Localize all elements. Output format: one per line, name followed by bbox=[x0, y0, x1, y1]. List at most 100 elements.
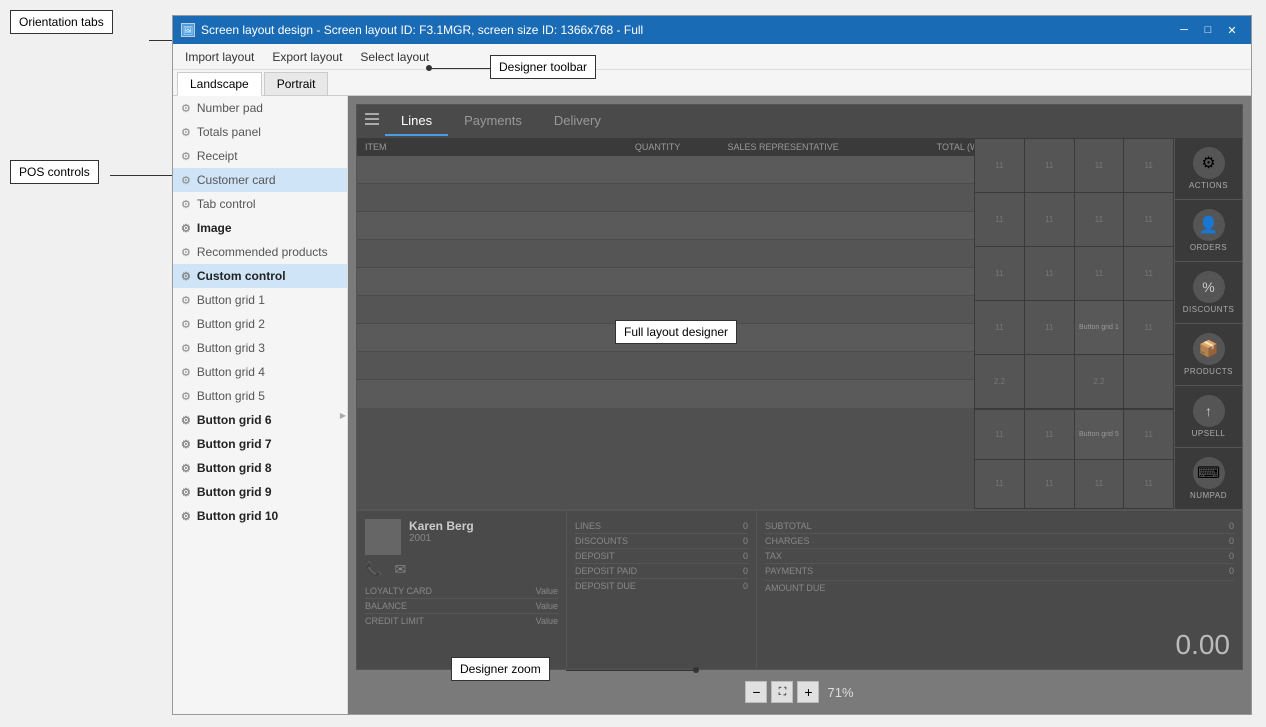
sidebar-item-button-grid-2[interactable]: ⚙ Button grid 2 bbox=[173, 312, 347, 336]
sidebar-item-totals-panel[interactable]: ⚙ Totals panel bbox=[173, 120, 347, 144]
sidebar-item-image[interactable]: ⚙ Image bbox=[173, 216, 347, 240]
title-bar-left: 🖼 Screen layout design - Screen layout I… bbox=[181, 23, 643, 37]
pos-tab-delivery[interactable]: Delivery bbox=[538, 107, 617, 136]
grid-cell-button-grid-1[interactable]: Button grid 1 bbox=[1075, 301, 1124, 354]
grid-cell-button-grid-5[interactable]: Button grid 5 bbox=[1075, 410, 1124, 459]
discounts-label: DISCOUNTS bbox=[1183, 305, 1235, 314]
orders-label: ORDERS bbox=[1190, 243, 1227, 252]
action-buttons: ⚙ ACTIONS 👤 ORDERS % DISCOUNTS 📦 bbox=[1174, 138, 1242, 509]
sidebar-item-number-pad[interactable]: ⚙ Number pad bbox=[173, 96, 347, 120]
gear-icon-image: ⚙ bbox=[181, 222, 191, 235]
portrait-tab[interactable]: Portrait bbox=[264, 72, 329, 95]
maximize-button[interactable]: □ bbox=[1197, 20, 1219, 40]
grid-cell[interactable]: 11 bbox=[1075, 247, 1124, 300]
minimize-button[interactable]: ─ bbox=[1173, 20, 1195, 40]
email-icon: ✉ bbox=[394, 561, 406, 578]
grid-cell[interactable]: 11 bbox=[1075, 193, 1124, 246]
table-row bbox=[357, 212, 1042, 240]
hamburger-menu[interactable] bbox=[365, 113, 379, 125]
action-btn-orders[interactable]: 👤 ORDERS bbox=[1175, 200, 1242, 262]
grid-cell[interactable]: 11 bbox=[1075, 139, 1124, 192]
grid-cell-bottom[interactable]: 11 bbox=[975, 410, 1024, 459]
sidebar-item-button-grid-7[interactable]: ⚙ Button grid 7 bbox=[173, 432, 347, 456]
sidebar-item-button-grid-1[interactable]: ⚙ Button grid 1 bbox=[173, 288, 347, 312]
balance-value: Value bbox=[536, 601, 558, 611]
pos-tabs: Lines Payments Delivery bbox=[357, 105, 1242, 138]
sidebar-item-customer-card[interactable]: ⚙ Customer card bbox=[173, 168, 347, 192]
grid-cell[interactable]: 11 bbox=[975, 139, 1024, 192]
grid-cell-bottom[interactable]: 11 bbox=[1025, 460, 1074, 509]
select-layout-menu[interactable]: Select layout bbox=[352, 47, 437, 67]
pos-layout-preview: Lines Payments Delivery ITEM QUANTITY SA… bbox=[356, 104, 1243, 670]
sidebar-item-recommended-products[interactable]: ⚙ Recommended products bbox=[173, 240, 347, 264]
action-btn-actions[interactable]: ⚙ ACTIONS bbox=[1175, 138, 1242, 200]
close-button[interactable]: ✕ bbox=[1221, 20, 1243, 40]
tax-label: TAX bbox=[765, 551, 782, 561]
grid-cell-bottom[interactable]: 11 bbox=[1075, 460, 1124, 509]
landscape-tab[interactable]: Landscape bbox=[177, 72, 262, 96]
full-layout-designer-annotation: Full layout designer bbox=[615, 320, 737, 344]
sidebar-item-tab-control[interactable]: ⚙ Tab control bbox=[173, 192, 347, 216]
action-btn-products[interactable]: 📦 PRODUCTS bbox=[1175, 324, 1242, 386]
sidebar-item-custom-control[interactable]: ⚙ Custom control bbox=[173, 264, 347, 288]
action-btn-upsell[interactable]: ↑ UPSELL bbox=[1175, 386, 1242, 448]
tax-row: TAX 0 bbox=[765, 549, 1234, 564]
grid-cell[interactable] bbox=[1025, 355, 1074, 408]
grid-cell[interactable]: 11 bbox=[1124, 139, 1173, 192]
table-header: ITEM QUANTITY SALES REPRESENTATIVE TOTAL… bbox=[357, 138, 1042, 156]
grid-cell[interactable]: 11 bbox=[975, 301, 1024, 354]
grid-cell[interactable]: 11 bbox=[1124, 301, 1173, 354]
button-grid-bottom: 11 11 Button grid 5 11 11 11 11 11 bbox=[974, 409, 1174, 509]
import-layout-menu[interactable]: Import layout bbox=[177, 47, 262, 67]
grid-cell[interactable]: 11 bbox=[1124, 247, 1173, 300]
grid-cell-bottom[interactable]: 11 bbox=[1124, 410, 1173, 459]
zoom-fit-button[interactable]: ⛶ bbox=[771, 681, 793, 703]
deposit-paid-label: DEPOSIT PAID bbox=[575, 566, 637, 576]
grid-cell[interactable]: 11 bbox=[975, 193, 1024, 246]
grid-cell[interactable]: 11 bbox=[1124, 193, 1173, 246]
actions-icon: ⚙ bbox=[1193, 147, 1225, 179]
annotation-dot-toolbar bbox=[426, 65, 432, 71]
grid-cell[interactable]: 11 bbox=[1025, 193, 1074, 246]
numpad-label: NUMPAD bbox=[1190, 491, 1227, 500]
pos-tab-payments[interactable]: Payments bbox=[448, 107, 538, 136]
action-btn-discounts[interactable]: % DISCOUNTS bbox=[1175, 262, 1242, 324]
sidebar-item-button-grid-6[interactable]: ⚙ Button grid 6 bbox=[173, 408, 347, 432]
gear-icon-customer-card: ⚙ bbox=[181, 174, 191, 187]
grid-cell-bottom[interactable]: 11 bbox=[1025, 410, 1074, 459]
grid-cell[interactable]: 2.2 bbox=[1075, 355, 1124, 408]
sidebar-item-button-grid-10[interactable]: ⚙ Button grid 10 bbox=[173, 504, 347, 528]
zoom-minus-button[interactable]: − bbox=[745, 681, 767, 703]
customer-fields: LOYALTY CARD Value BALANCE Value CREDIT … bbox=[365, 584, 558, 628]
action-btn-numpad[interactable]: ⌨ NUMPAD bbox=[1175, 448, 1242, 509]
grid-cell[interactable]: 11 bbox=[1025, 139, 1074, 192]
grid-cell-bottom[interactable]: 11 bbox=[1124, 460, 1173, 509]
grid-cell[interactable]: 11 bbox=[975, 247, 1024, 300]
discounts-value-sum: 0 bbox=[743, 536, 748, 546]
zoom-plus-button[interactable]: + bbox=[797, 681, 819, 703]
export-layout-menu[interactable]: Export layout bbox=[264, 47, 350, 67]
lines-label: LINES bbox=[575, 521, 601, 531]
col-qty: QUANTITY bbox=[616, 142, 700, 152]
payments-value: 0 bbox=[1229, 566, 1234, 576]
orientation-tabs-row: Landscape Portrait bbox=[173, 70, 1251, 96]
sidebar-item-button-grid-8[interactable]: ⚙ Button grid 8 bbox=[173, 456, 347, 480]
grid-cell[interactable] bbox=[1124, 355, 1173, 408]
sidebar-item-button-grid-5[interactable]: ⚙ Button grid 5 bbox=[173, 384, 347, 408]
col-item: ITEM bbox=[365, 142, 616, 152]
grid-cell-bottom[interactable]: 11 bbox=[975, 460, 1024, 509]
pos-tab-lines[interactable]: Lines bbox=[385, 107, 448, 136]
sidebar-item-receipt[interactable]: ⚙ Receipt bbox=[173, 144, 347, 168]
lines-row: LINES 0 bbox=[575, 519, 748, 534]
sidebar-item-button-grid-4[interactable]: ⚙ Button grid 4 bbox=[173, 360, 347, 384]
gear-icon-number-pad: ⚙ bbox=[181, 102, 191, 115]
sidebar-item-button-grid-3[interactable]: ⚙ Button grid 3 bbox=[173, 336, 347, 360]
grid-cell[interactable]: 11 bbox=[1025, 301, 1074, 354]
sidebar-item-button-grid-9[interactable]: ⚙ Button grid 9 bbox=[173, 480, 347, 504]
gear-icon-grid8: ⚙ bbox=[181, 462, 191, 475]
deposit-value: 0 bbox=[743, 551, 748, 561]
loyalty-card-field: LOYALTY CARD Value bbox=[365, 584, 558, 599]
sidebar-resize-handle[interactable]: ▶ bbox=[339, 405, 347, 425]
grid-cell[interactable]: 2.2 bbox=[975, 355, 1024, 408]
grid-cell[interactable]: 11 bbox=[1025, 247, 1074, 300]
